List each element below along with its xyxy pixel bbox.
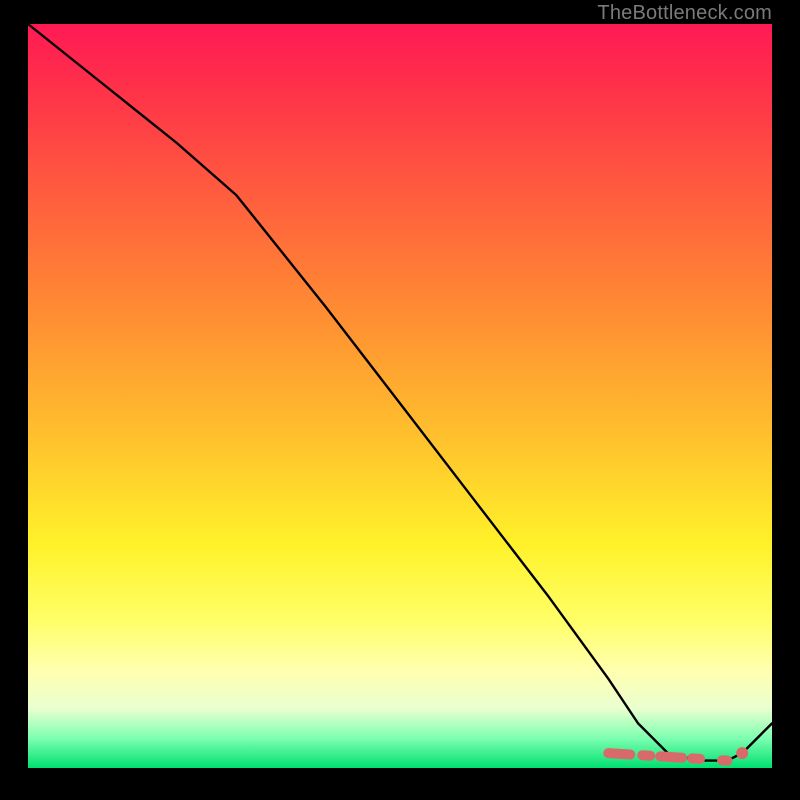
endpoint-dot-icon (736, 747, 748, 759)
main-curve (28, 24, 772, 761)
chart-svg (28, 24, 772, 768)
plot-area (28, 24, 772, 768)
chart-stage: TheBottleneck.com (0, 0, 800, 800)
watermark-text: TheBottleneck.com (597, 2, 772, 25)
